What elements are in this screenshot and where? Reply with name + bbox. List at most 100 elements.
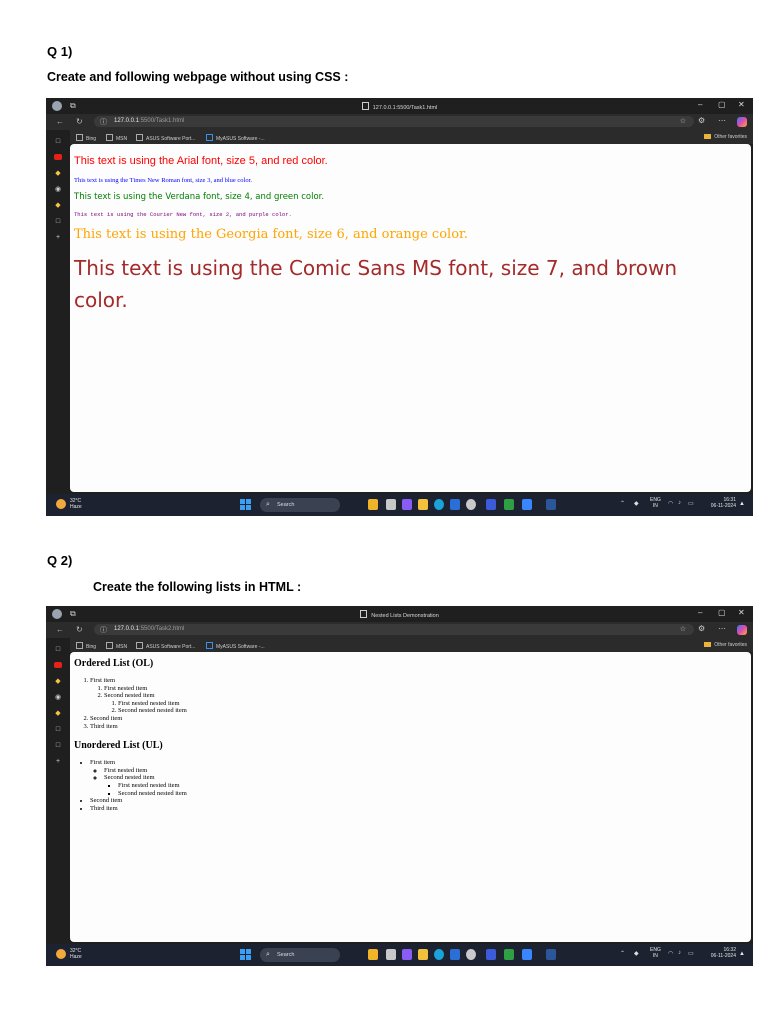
battery-icon[interactable]: ▭ bbox=[688, 950, 694, 957]
extension-icon[interactable]: ◆ bbox=[54, 710, 62, 718]
widgets-app-icon[interactable] bbox=[368, 949, 378, 960]
speaker-icon[interactable]: ♪ bbox=[678, 950, 681, 956]
star-icon[interactable]: ☆ bbox=[680, 117, 686, 125]
add-icon[interactable]: + bbox=[54, 234, 62, 242]
favorite-label: MSN bbox=[116, 644, 128, 650]
edge-icon[interactable] bbox=[434, 949, 444, 960]
store-icon[interactable] bbox=[450, 499, 460, 510]
language-indicator[interactable]: ENG IN bbox=[650, 947, 661, 959]
file-explorer-icon[interactable] bbox=[418, 949, 428, 960]
page-icon[interactable]: □ bbox=[54, 742, 62, 750]
word-icon[interactable] bbox=[546, 949, 556, 960]
extension-icon[interactable]: ◆ bbox=[54, 170, 62, 178]
more-icon[interactable]: ⋯ bbox=[718, 116, 726, 125]
youtube-icon[interactable] bbox=[54, 154, 62, 160]
youtube-icon[interactable] bbox=[54, 662, 62, 668]
language-indicator[interactable]: ENG IN bbox=[650, 497, 661, 509]
widgets-app-icon[interactable] bbox=[368, 499, 378, 510]
minimize-icon[interactable]: – bbox=[698, 100, 702, 109]
chrome-icon[interactable] bbox=[466, 949, 476, 960]
copilot-app-icon[interactable] bbox=[402, 949, 412, 960]
maximize-icon[interactable]: ▢ bbox=[718, 100, 726, 109]
favorite-bing[interactable]: Bing bbox=[76, 642, 96, 650]
app-icon[interactable] bbox=[486, 949, 496, 960]
settings-icon[interactable]: ⚙ bbox=[698, 116, 705, 125]
page-icon[interactable]: □ bbox=[54, 218, 62, 226]
task-view-icon[interactable] bbox=[386, 499, 396, 510]
battery-icon[interactable]: ▭ bbox=[688, 500, 694, 507]
notepad-icon[interactable] bbox=[522, 949, 532, 960]
favorite-bing[interactable]: Bing bbox=[76, 134, 96, 142]
weather-widget[interactable]: 32°C Haze bbox=[70, 948, 82, 960]
minimize-icon[interactable]: – bbox=[698, 608, 702, 617]
copilot-icon[interactable] bbox=[737, 625, 747, 635]
settings-icon[interactable]: ⚙ bbox=[698, 624, 705, 633]
maximize-icon[interactable]: ▢ bbox=[718, 608, 726, 617]
tabs-panel-icon[interactable]: □ bbox=[54, 138, 62, 146]
close-icon[interactable]: ✕ bbox=[738, 608, 745, 617]
speaker-icon[interactable]: ♪ bbox=[678, 500, 681, 506]
media-icon[interactable]: ◉ bbox=[54, 694, 62, 702]
taskbar-search[interactable]: ⌕ Search bbox=[260, 948, 340, 962]
store-icon[interactable] bbox=[450, 949, 460, 960]
favorite-msn[interactable]: MSN bbox=[106, 134, 127, 142]
close-icon[interactable]: ✕ bbox=[738, 100, 745, 109]
other-favorites[interactable]: Other favorites bbox=[704, 134, 747, 140]
back-icon[interactable]: ← bbox=[56, 117, 64, 126]
task-view-icon[interactable] bbox=[386, 949, 396, 960]
app-icon[interactable] bbox=[486, 499, 496, 510]
url-field[interactable]: ⓘ 127.0.0.1:5500/Task1.html ☆ bbox=[94, 116, 694, 127]
weather-condition: Haze bbox=[70, 954, 82, 960]
tray-app-icon[interactable]: ◆ bbox=[634, 950, 639, 957]
chrome-icon[interactable] bbox=[466, 499, 476, 510]
tray-chevron-icon[interactable]: ⌃ bbox=[620, 950, 625, 957]
extension-icon[interactable]: ◆ bbox=[54, 202, 62, 210]
favorite-myasus[interactable]: MyASUS Software -... bbox=[206, 134, 265, 142]
bell-icon[interactable]: ▲ bbox=[739, 951, 745, 957]
media-icon[interactable]: ◉ bbox=[54, 186, 62, 194]
weather-icon[interactable] bbox=[56, 949, 66, 959]
windows-start-icon[interactable] bbox=[240, 949, 252, 961]
clock[interactable]: 16:31 06-11-2024 bbox=[702, 497, 736, 509]
favorite-asus-software-portal[interactable]: ASUS Software Port... bbox=[136, 134, 195, 142]
favorite-msn[interactable]: MSN bbox=[106, 642, 127, 650]
extension-icon[interactable]: ◆ bbox=[54, 678, 62, 686]
list-item-text: Third item bbox=[90, 804, 118, 812]
wifi-icon[interactable]: ◠ bbox=[668, 950, 673, 957]
url-field[interactable]: ⓘ 127.0.0.1:5500/Task2.html ☆ bbox=[94, 624, 694, 635]
windows-start-icon[interactable] bbox=[240, 499, 252, 511]
favorite-myasus[interactable]: MyASUS Software -... bbox=[206, 642, 265, 650]
file-explorer-icon[interactable] bbox=[418, 499, 428, 510]
more-icon[interactable]: ⋯ bbox=[718, 624, 726, 633]
info-icon[interactable]: ⓘ bbox=[100, 117, 107, 127]
weather-icon[interactable] bbox=[56, 499, 66, 509]
vscode-icon[interactable] bbox=[504, 499, 514, 510]
clock[interactable]: 16:32 06-11-2024 bbox=[702, 947, 736, 959]
notepad-icon[interactable] bbox=[522, 499, 532, 510]
vscode-icon[interactable] bbox=[504, 949, 514, 960]
tab-title[interactable]: 127.0.0.1:5500/Task1.html bbox=[46, 102, 753, 111]
refresh-icon[interactable]: ↻ bbox=[76, 625, 83, 634]
tab-title[interactable]: Nested Lists Demonstration bbox=[46, 610, 753, 619]
tabs-panel-icon[interactable]: □ bbox=[54, 646, 62, 654]
star-icon[interactable]: ☆ bbox=[680, 625, 686, 633]
copilot-app-icon[interactable] bbox=[402, 499, 412, 510]
add-icon[interactable]: + bbox=[54, 758, 62, 766]
word-icon[interactable] bbox=[546, 499, 556, 510]
taskbar-search[interactable]: ⌕ Search bbox=[260, 498, 340, 512]
tray-app-icon[interactable]: ◆ bbox=[634, 500, 639, 507]
edge-icon[interactable] bbox=[434, 499, 444, 510]
bell-icon[interactable]: ▲ bbox=[739, 501, 745, 507]
favorite-asus-software-portal[interactable]: ASUS Software Port... bbox=[136, 642, 195, 650]
back-icon[interactable]: ← bbox=[56, 625, 64, 634]
info-icon[interactable]: ⓘ bbox=[100, 625, 107, 635]
copilot-icon[interactable] bbox=[737, 117, 747, 127]
text-line-comic-sans: This text is using the Comic Sans MS fon… bbox=[74, 256, 678, 312]
page-icon[interactable]: □ bbox=[54, 726, 62, 734]
other-favorites[interactable]: Other favorites bbox=[704, 642, 747, 648]
weather-widget[interactable]: 32°C Haze bbox=[70, 498, 82, 510]
refresh-icon[interactable]: ↻ bbox=[76, 117, 83, 126]
wifi-icon[interactable]: ◠ bbox=[668, 500, 673, 507]
tab-title-text: Nested Lists Demonstration bbox=[371, 613, 439, 619]
tray-chevron-icon[interactable]: ⌃ bbox=[620, 500, 625, 507]
